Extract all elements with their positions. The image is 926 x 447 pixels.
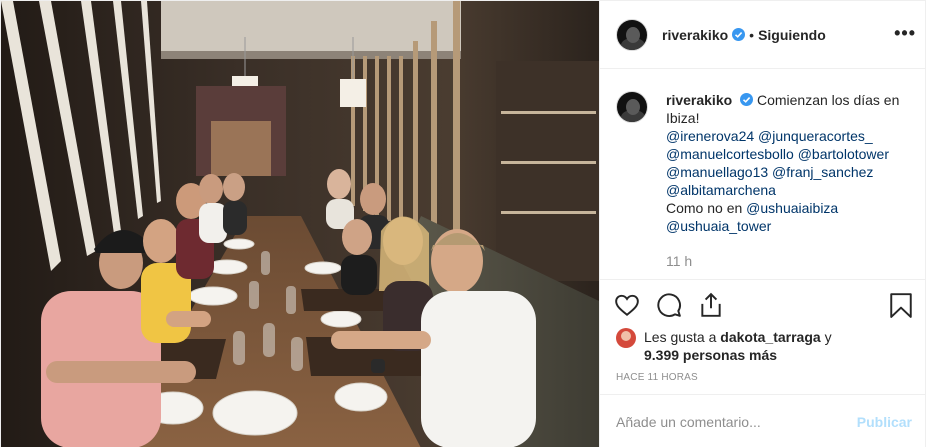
likes-summary: Les gusta a dakota_tarraga y 9.399 perso… [616,328,832,364]
comment-input[interactable] [616,413,846,430]
likes-joiner: y [824,329,832,345]
caption-closing-mention[interactable]: @ushuaiaibiza [746,200,838,216]
post-header: riverakiko • Siguiendo ••• [600,1,926,69]
caption-mentions-line-3[interactable]: @manuellago13 @franj_sanchez [666,163,906,181]
post-timestamp[interactable]: HACE 11 HORAS [616,372,698,383]
verified-badge-icon [732,28,746,41]
author-username[interactable]: riverakiko [662,27,728,43]
caption-final-mention[interactable]: @ushuaia_tower [666,217,906,235]
likes-count[interactable]: 9.399 personas más [644,347,777,363]
verified-badge-icon [740,93,754,106]
likes-text: Les gusta a dakota_tarraga y 9.399 perso… [644,328,832,364]
liker-username[interactable]: dakota_tarraga [720,329,820,345]
bookmark-icon[interactable] [888,292,914,318]
restaurant-group-photo [1,1,599,447]
caption-mentions-line-4[interactable]: @albitamarchena [666,181,906,199]
caption-mentions-line-2[interactable]: @manuelcortesbollo @bartolotower [666,145,906,163]
likes-prefix: Les gusta a [644,329,717,345]
more-options-icon[interactable]: ••• [894,23,916,43]
caption-mentions-line-1[interactable]: @irenerova24 @junqueracortes_ [666,127,906,145]
publish-button[interactable]: Publicar [857,414,912,430]
action-icons [614,292,724,318]
post-side-panel: riverakiko • Siguiendo ••• riverakiko Co… [599,1,926,447]
heart-icon[interactable] [614,292,640,318]
liker-avatar[interactable] [616,328,636,348]
caption-closing-text: Como no en [666,200,743,216]
share-icon[interactable] [698,292,724,318]
instagram-post: riverakiko • Siguiendo ••• riverakiko Co… [0,0,926,447]
header-separator: • [749,26,755,43]
caption-time-ago: 11 h [666,253,693,269]
comment-icon[interactable] [656,292,682,318]
caption-closing-line: Como no en @ushuaiaibiza [666,199,906,217]
post-photo[interactable] [1,1,599,447]
comment-bar: Publicar [600,394,926,447]
post-caption: riverakiko Comienzan los días en Ibiza! … [616,91,916,235]
caption-author-avatar[interactable] [616,91,648,123]
following-button[interactable]: Siguiendo [758,27,826,43]
author-avatar[interactable] [616,18,648,51]
caption-body: riverakiko Comienzan los días en Ibiza! … [666,91,906,235]
caption-username[interactable]: riverakiko [666,92,732,108]
